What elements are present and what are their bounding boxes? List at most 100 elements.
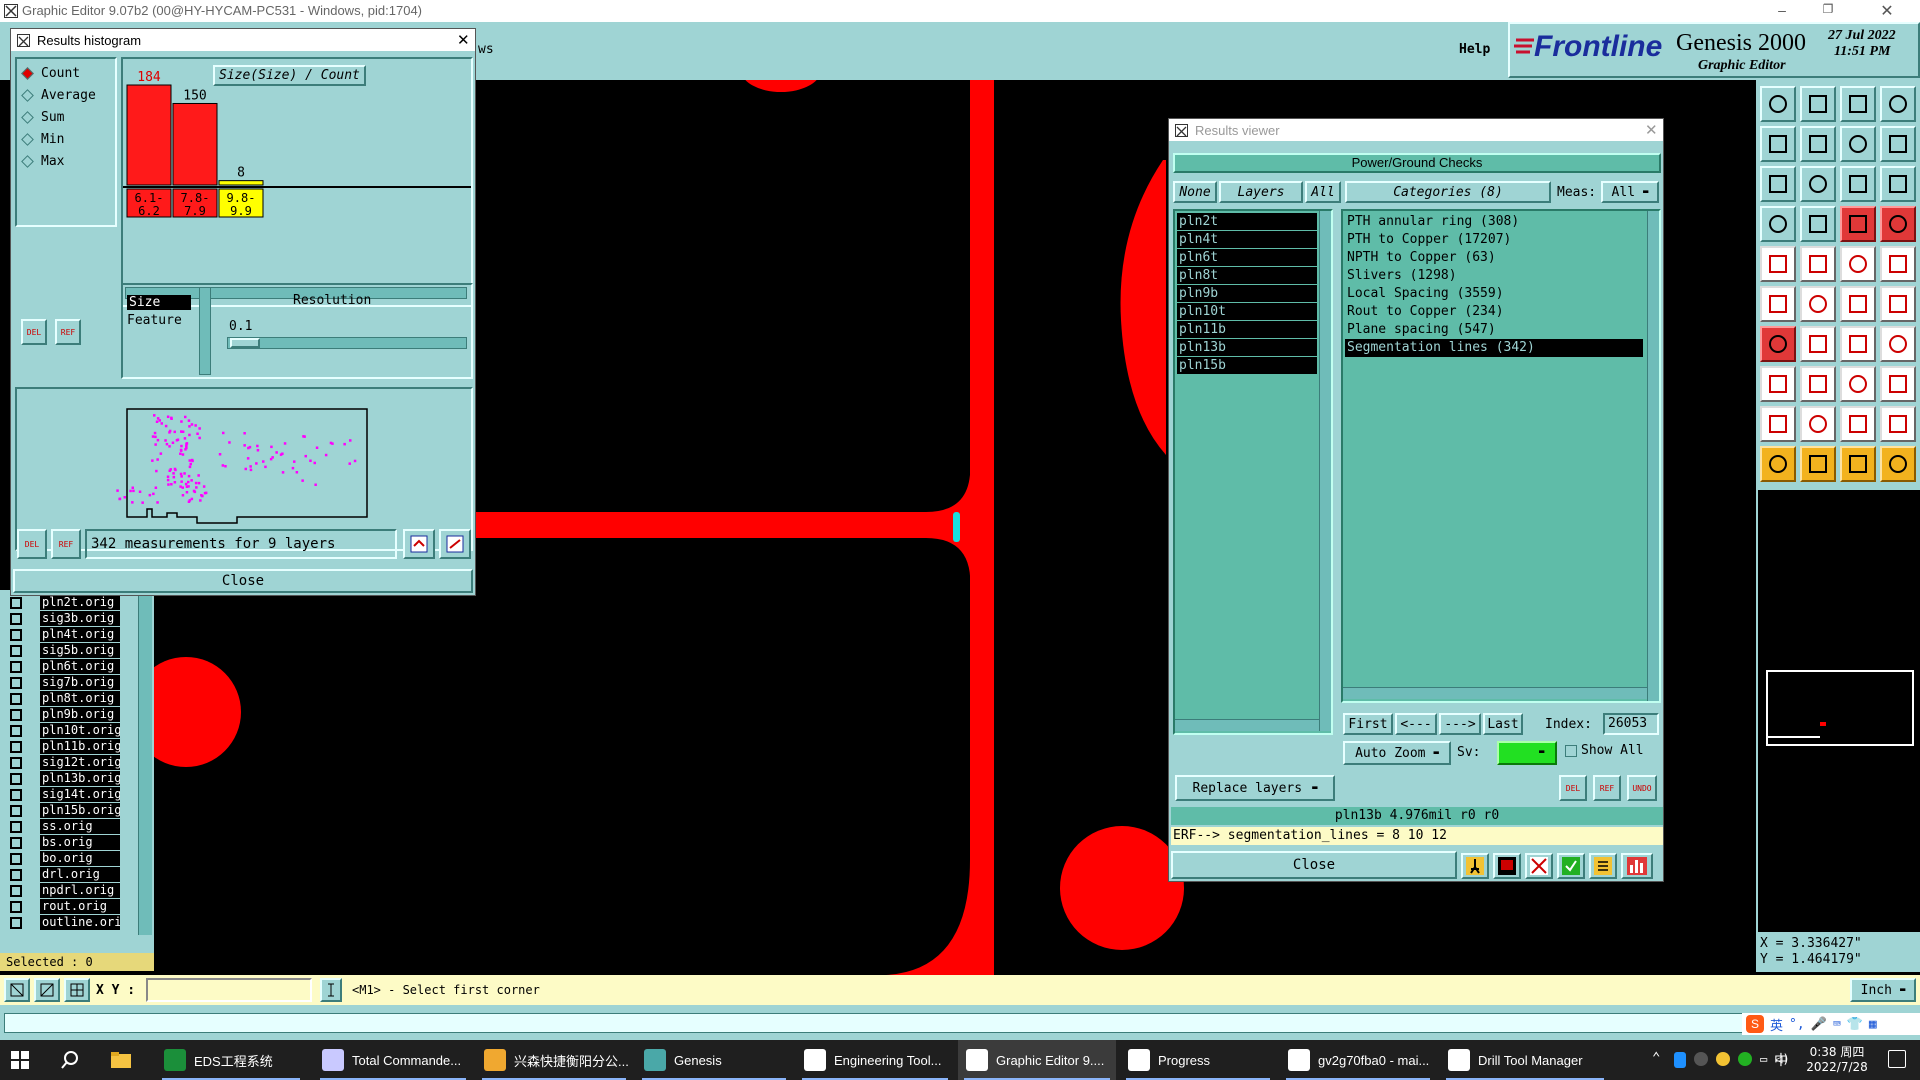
layer-checkbox[interactable] (10, 789, 22, 801)
toolbar-button-r5c3[interactable] (1840, 246, 1876, 282)
toolbar-button-r4c2[interactable] (1800, 206, 1836, 242)
toolbar-button-r4c4[interactable] (1880, 206, 1916, 242)
toolbar-button-r7c3[interactable] (1840, 326, 1876, 362)
size-option[interactable]: Size (127, 295, 191, 310)
replace-layers-dropdown[interactable]: Replace layers ▬ (1175, 775, 1335, 801)
toolbar-button-r7c4[interactable] (1880, 326, 1916, 362)
layer-checkbox[interactable] (10, 677, 22, 689)
index-field[interactable]: 26053 (1603, 713, 1659, 735)
taskbar-item[interactable]: 兴森快捷衡阳分公... (476, 1040, 632, 1080)
categories-tab-button[interactable]: Categories (8) (1345, 181, 1551, 203)
layer-checkbox[interactable] (10, 709, 22, 721)
mode-option-count[interactable]: Count (21, 65, 115, 85)
resolution-slider[interactable] (227, 337, 467, 349)
layer-row[interactable]: npdrl.orig (0, 883, 125, 899)
layers-none-button[interactable]: None (1173, 181, 1217, 203)
toolbar-button-r8c2[interactable] (1800, 366, 1836, 402)
toolbar-button-r10c2[interactable] (1800, 446, 1836, 482)
results-ref-button[interactable]: REF (1593, 775, 1621, 801)
sv-color-dropdown[interactable]: ▬ (1497, 741, 1557, 765)
toolbar-button-r9c3[interactable] (1840, 406, 1876, 442)
layer-checkbox[interactable] (10, 757, 22, 769)
layers-list-hscrollbar[interactable] (1175, 719, 1319, 731)
layers-all-button[interactable]: All (1305, 181, 1341, 203)
restore-button[interactable]: ❐ (1813, 2, 1843, 20)
taskbar-item[interactable]: Engineering Tool... (796, 1040, 954, 1080)
toolbar-button-r2c2[interactable] (1800, 126, 1836, 162)
feature-option[interactable]: Feature (127, 313, 182, 328)
layer-checkbox[interactable] (10, 645, 22, 657)
meas-dropdown[interactable]: All ▬ (1601, 181, 1659, 203)
category-item[interactable]: PTH annular ring (308) (1345, 213, 1643, 231)
qq-icon[interactable] (1716, 1052, 1730, 1066)
toolbar-button-r2c3[interactable] (1840, 126, 1876, 162)
close-window-button[interactable]: ✕ (1872, 1, 1902, 20)
toolbar-button-r9c1[interactable] (1760, 406, 1796, 442)
toolbar-button-r8c4[interactable] (1880, 366, 1916, 402)
toolbar-button-r2c4[interactable] (1880, 126, 1916, 162)
layer-checkbox[interactable] (10, 917, 22, 929)
toolbar-button-r3c1[interactable] (1760, 166, 1796, 202)
categories-scrollbar[interactable] (1647, 211, 1659, 701)
layer-scrollbar[interactable] (138, 590, 152, 935)
layer-checkbox[interactable] (10, 693, 22, 705)
layer-row[interactable]: ss.orig (0, 819, 125, 835)
layer-row[interactable]: pln10t.orig (0, 723, 125, 739)
layer-checkbox[interactable] (10, 869, 22, 881)
category-item[interactable]: Rout to Copper (234) (1345, 303, 1643, 321)
layer-row[interactable]: pln15b.orig (0, 803, 125, 819)
file-explorer-button[interactable] (110, 1050, 132, 1070)
text-cursor-button[interactable] (320, 978, 342, 1002)
bluetooth-icon[interactable] (1674, 1052, 1686, 1068)
layer-checkbox[interactable] (10, 661, 22, 673)
toolbar-button-r7c2[interactable] (1800, 326, 1836, 362)
taskbar-item[interactable]: gv2g70fba0 - mai... (1280, 1040, 1436, 1080)
zoom-home-button[interactable] (439, 529, 471, 559)
action-report-button[interactable] (1589, 853, 1617, 879)
mode-option-average[interactable]: Average (21, 87, 115, 107)
layer-row[interactable]: bs.orig (0, 835, 125, 851)
taskbar-item[interactable]: Graphic Editor 9.... (958, 1040, 1116, 1080)
histogram-del-button-top[interactable]: DEL (21, 319, 47, 345)
category-item[interactable]: Plane spacing (547) (1345, 321, 1643, 339)
layer-checkbox[interactable] (10, 901, 22, 913)
layer-checkbox[interactable] (10, 613, 22, 625)
toolbar-button-r6c3[interactable] (1840, 286, 1876, 322)
layer-row[interactable]: pln6t.orig (0, 659, 125, 675)
size-feature-scrollbar[interactable] (199, 287, 211, 375)
tray-chevron-icon[interactable]: ⌃ (1652, 1050, 1660, 1066)
layer-row[interactable]: pln8t.orig (0, 691, 125, 707)
histogram-ref-button[interactable]: REF (51, 529, 81, 559)
menu-partial[interactable]: ws (478, 42, 494, 57)
last-button[interactable]: Last (1483, 713, 1523, 735)
layer-checkbox[interactable] (10, 885, 22, 897)
results-close-button[interactable]: Close (1171, 851, 1457, 879)
result-layer-item[interactable]: pln10t (1177, 303, 1317, 320)
layer-row[interactable]: outline.orig (0, 915, 125, 931)
toolbar-button-r1c3[interactable] (1840, 86, 1876, 122)
toolbar-button-r5c4[interactable] (1880, 246, 1916, 282)
layer-checkbox[interactable] (10, 773, 22, 785)
minimize-button[interactable]: – (1767, 2, 1797, 20)
results-viewer-close-icon[interactable]: ✕ (1645, 121, 1658, 139)
mode-option-min[interactable]: Min (21, 131, 115, 151)
taskbar-item[interactable]: Total Commande... (314, 1040, 472, 1080)
result-layer-item[interactable]: pln15b (1177, 357, 1317, 374)
toolbar-button-r3c3[interactable] (1840, 166, 1876, 202)
toolbar-button-r9c2[interactable] (1800, 406, 1836, 442)
toolbar-button-r5c2[interactable] (1800, 246, 1836, 282)
layer-row[interactable]: rout.orig (0, 899, 125, 915)
category-item[interactable]: PTH to Copper (17207) (1345, 231, 1643, 249)
taskbar-item[interactable]: Drill Tool Manager (1440, 1040, 1610, 1080)
tool-select-button[interactable] (4, 978, 30, 1002)
toolbar-button-r8c3[interactable] (1840, 366, 1876, 402)
prev-button[interactable]: <--- (1395, 713, 1437, 735)
mode-option-sum[interactable]: Sum (21, 109, 115, 129)
layer-checkbox[interactable] (10, 629, 22, 641)
category-item[interactable]: Segmentation lines (342) (1345, 339, 1643, 357)
toolbar-button-r9c4[interactable] (1880, 406, 1916, 442)
result-layer-item[interactable]: pln4t (1177, 231, 1317, 248)
tool-grid-button[interactable] (64, 978, 90, 1002)
toolbar-button-r1c2[interactable] (1800, 86, 1836, 122)
xy-input[interactable] (146, 978, 312, 1002)
